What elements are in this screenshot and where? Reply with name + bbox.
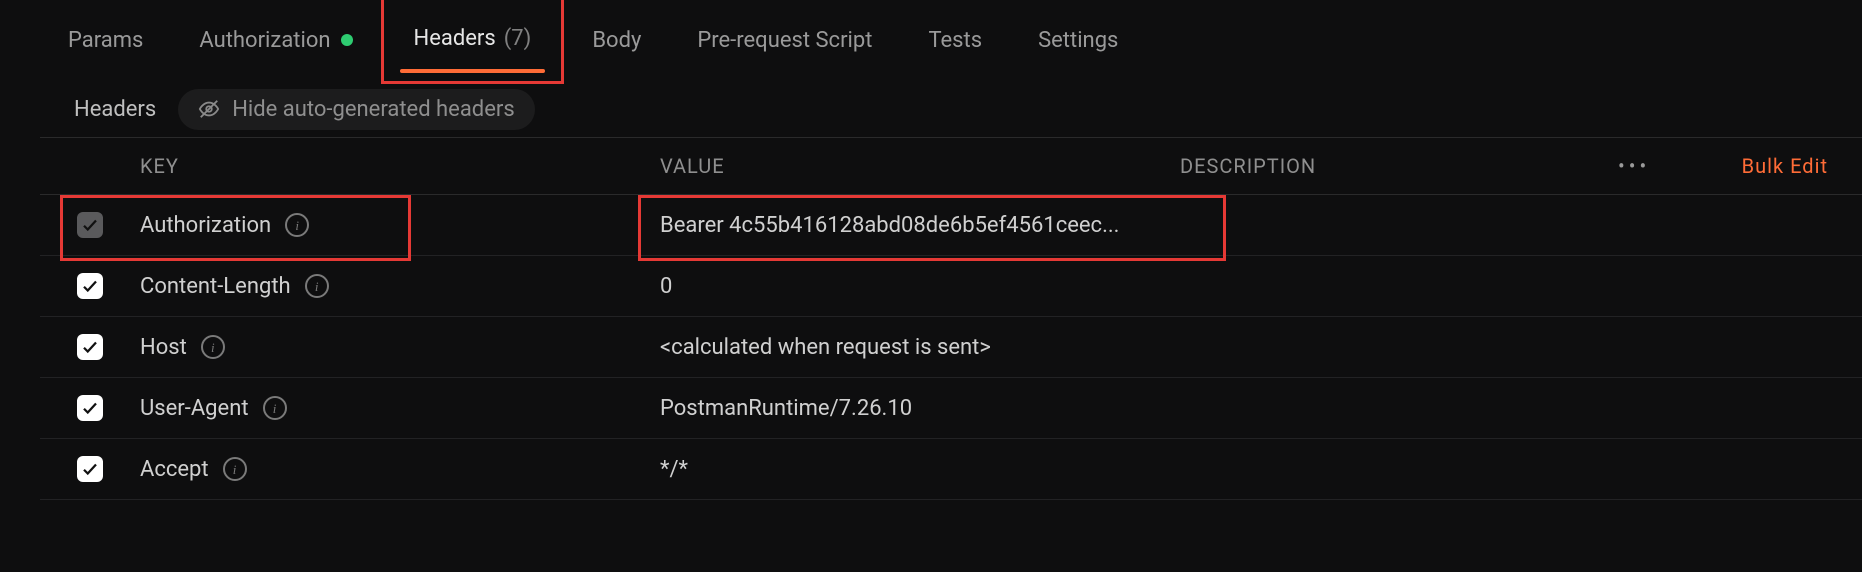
tab-count: (7) <box>504 26 532 51</box>
headers-table-body: Authorization i Bearer 4c55b416128abd08de6… <box>40 195 1862 500</box>
header-value[interactable]: <calculated when request is sent> <box>660 335 991 360</box>
row-checkbox[interactable] <box>77 273 103 299</box>
hide-autogenerated-button[interactable]: Hide auto-generated headers <box>178 89 534 130</box>
row-checkbox[interactable] <box>77 456 103 482</box>
table-row: Authorization i Bearer 4c55b416128abd08de6… <box>40 195 1862 256</box>
hide-autogenerated-label: Hide auto-generated headers <box>232 97 514 122</box>
tab-tests[interactable]: Tests <box>900 0 1010 80</box>
table-row: User-Agent i PostmanRuntime/7.26.10 <box>40 378 1862 439</box>
tab-headers[interactable]: Headers (7) <box>386 0 560 79</box>
col-value: VALUE <box>660 154 1180 178</box>
tab-prerequest[interactable]: Pre-request Script <box>669 0 900 80</box>
tab-label: Pre-request Script <box>697 28 872 53</box>
highlight-box: Headers (7) <box>381 0 565 84</box>
header-key[interactable]: Accept <box>140 457 209 482</box>
info-icon[interactable]: i <box>285 213 309 237</box>
row-checkbox[interactable] <box>77 395 103 421</box>
info-icon[interactable]: i <box>305 274 329 298</box>
table-row: Hosti <calculated when request is sent> <box>40 317 1862 378</box>
row-checkbox[interactable] <box>77 212 103 238</box>
tab-params[interactable]: Params <box>40 0 171 80</box>
table-row: Content-Length i 0 <box>40 256 1862 317</box>
header-key[interactable]: Host <box>140 335 187 360</box>
row-checkbox[interactable] <box>77 334 103 360</box>
tab-label: Tests <box>928 28 982 53</box>
headers-subtitle: Headers <box>74 97 156 122</box>
headers-table-header: KEY VALUE DESCRIPTION ••• Bulk Edit <box>40 137 1862 195</box>
tab-label: Params <box>68 28 143 53</box>
table-row: Accepti */* <box>40 439 1862 500</box>
status-dot-icon <box>341 34 353 46</box>
eye-off-icon <box>198 98 220 120</box>
tab-label: Settings <box>1038 28 1118 53</box>
header-key[interactable]: User-Agent <box>140 396 249 421</box>
header-key[interactable]: Authorization <box>140 213 271 238</box>
tab-settings[interactable]: Settings <box>1010 0 1146 80</box>
col-description: DESCRIPTION <box>1180 154 1618 178</box>
col-key: KEY <box>140 154 660 178</box>
bulk-edit-button[interactable]: Bulk Edit <box>1742 154 1828 178</box>
tab-authorization[interactable]: Authorization <box>171 0 380 80</box>
header-value[interactable]: 0 <box>660 274 672 299</box>
header-key[interactable]: Content-Length <box>140 274 291 299</box>
info-icon[interactable]: i <box>263 396 287 420</box>
header-value[interactable]: */* <box>660 457 688 482</box>
more-columns-button[interactable]: ••• <box>1618 154 1650 178</box>
info-icon[interactable]: i <box>201 335 225 359</box>
tab-label: Headers <box>414 26 496 51</box>
tab-label: Body <box>592 28 641 53</box>
headers-subbar: Headers Hide auto-generated headers <box>40 81 1862 137</box>
tab-body[interactable]: Body <box>564 0 669 80</box>
request-tabs: Params Authorization Headers (7) Body Pr… <box>40 0 1862 81</box>
info-icon[interactable]: i <box>223 457 247 481</box>
header-value[interactable]: PostmanRuntime/7.26.10 <box>660 396 912 421</box>
tab-label: Authorization <box>199 28 330 53</box>
header-value[interactable]: Bearer 4c55b416128abd08de6b5ef4561ceec..… <box>660 213 1119 238</box>
